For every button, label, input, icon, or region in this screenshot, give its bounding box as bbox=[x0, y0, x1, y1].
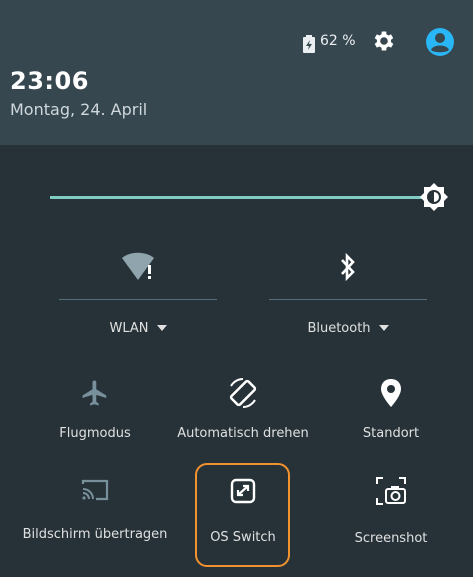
cast-icon bbox=[80, 478, 110, 502]
location-icon bbox=[379, 378, 403, 408]
tile-screenshot[interactable]: Screenshot bbox=[316, 476, 466, 546]
settings-gear-icon[interactable] bbox=[371, 28, 397, 54]
bildschirm-uebertragen-label: Bildschirm übertragen bbox=[22, 527, 168, 542]
os-switch-icon bbox=[230, 478, 256, 504]
account-icon[interactable] bbox=[425, 27, 455, 57]
flugmodus-label: Flugmodus bbox=[59, 426, 131, 441]
standort-label: Standort bbox=[362, 426, 420, 441]
tile-bluetooth[interactable] bbox=[269, 252, 427, 282]
wlan-divider bbox=[59, 299, 217, 300]
auto-rotate-icon bbox=[226, 376, 260, 410]
battery-percentage: 62 % bbox=[320, 33, 356, 49]
bluetooth-label: Bluetooth bbox=[307, 321, 371, 336]
os-switch-label: OS Switch bbox=[210, 530, 276, 545]
airplane-icon bbox=[80, 378, 110, 408]
tile-bildschirm-uebertragen[interactable]: Bildschirm übertragen bbox=[20, 478, 170, 542]
clock-time[interactable]: 23:06 bbox=[10, 67, 89, 95]
tile-flugmodus[interactable]: Flugmodus bbox=[20, 378, 170, 441]
wifi-off-icon bbox=[120, 252, 156, 282]
screenshot-icon bbox=[375, 476, 407, 506]
tile-wlan[interactable] bbox=[59, 252, 217, 282]
bluetooth-label-row[interactable]: Bluetooth bbox=[269, 317, 427, 336]
wlan-label-row[interactable]: WLAN bbox=[59, 317, 217, 336]
wlan-label: WLAN bbox=[109, 321, 149, 336]
bluetooth-divider bbox=[269, 299, 427, 300]
tile-auto-rotate[interactable]: Automatisch drehen bbox=[168, 376, 318, 441]
auto-rotate-label: Automatisch drehen bbox=[177, 426, 309, 441]
clock-date[interactable]: Montag, 24. April bbox=[10, 100, 147, 119]
tile-standort[interactable]: Standort bbox=[316, 378, 466, 441]
tile-os-switch[interactable]: OS Switch bbox=[168, 478, 318, 545]
brightness-slider-track[interactable] bbox=[50, 196, 430, 199]
battery-icon bbox=[303, 35, 315, 53]
screenshot-label: Screenshot bbox=[354, 531, 428, 546]
status-row: 62 % bbox=[0, 22, 473, 66]
chevron-down-icon bbox=[156, 324, 167, 331]
bluetooth-icon bbox=[338, 252, 358, 282]
chevron-down-icon bbox=[378, 324, 389, 331]
notification-header: 62 % 23:06 Montag, 24. April bbox=[0, 0, 473, 145]
brightness-icon[interactable] bbox=[418, 181, 450, 213]
